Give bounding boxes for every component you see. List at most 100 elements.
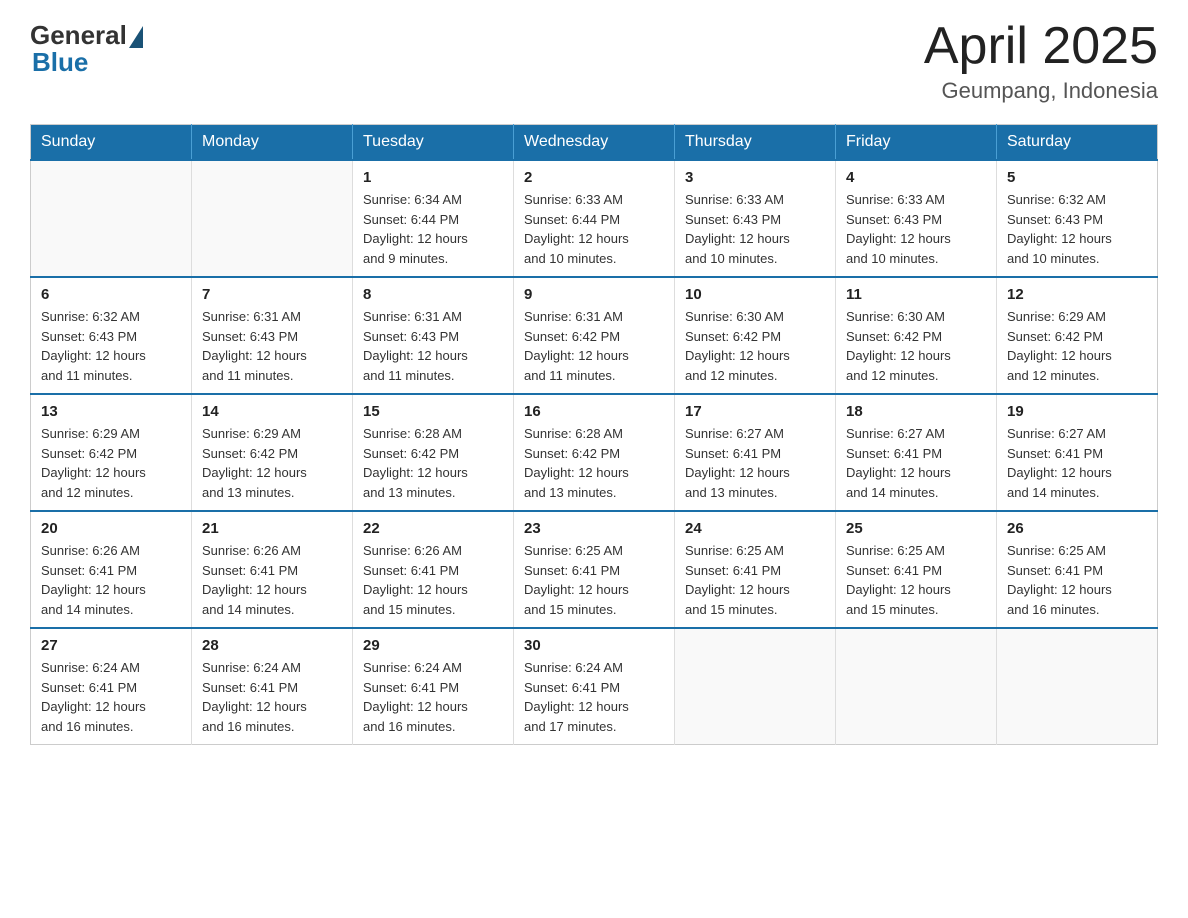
day-number: 26 <box>1007 520 1147 537</box>
day-number: 20 <box>41 520 181 537</box>
calendar-cell: 6Sunrise: 6:32 AMSunset: 6:43 PMDaylight… <box>31 277 192 394</box>
day-number: 16 <box>524 403 664 420</box>
calendar-cell: 21 Sunrise: 6:26 AMSunset: 6:41 PMDayligh… <box>192 511 353 628</box>
day-number: 29 <box>363 637 503 654</box>
day-info: Sunrise: 6:26 AMSunset: 6:41 PMDaylight:… <box>41 541 181 619</box>
calendar-cell: 17 Sunrise: 6:27 AMSunset: 6:41 PMDayligh… <box>675 394 836 511</box>
day-info: Sunrise: 6:25 AMSunset: 6:41 PMDaylight:… <box>524 541 664 619</box>
calendar-cell: 13Sunrise: 6:29 AMSunset: 6:42 PMDayligh… <box>31 394 192 511</box>
day-info: Sunrise: 6:30 AMSunset: 6:42 PMDaylight:… <box>685 307 825 385</box>
calendar-title: April 2025 <box>924 20 1158 72</box>
day-number: 3 <box>685 169 825 186</box>
day-number: 10 <box>685 286 825 303</box>
weekday-header-wednesday: Wednesday <box>514 125 675 161</box>
day-number: 25 <box>846 520 986 537</box>
calendar-cell: 9 Sunrise: 6:31 AMSunset: 6:42 PMDaylight… <box>514 277 675 394</box>
day-info: Sunrise: 6:29 AMSunset: 6:42 PMDaylight:… <box>202 424 342 502</box>
day-info: Sunrise: 6:27 AMSunset: 6:41 PMDaylight:… <box>846 424 986 502</box>
calendar-week-row: 6Sunrise: 6:32 AMSunset: 6:43 PMDaylight… <box>31 277 1158 394</box>
day-info: Sunrise: 6:31 AMSunset: 6:43 PMDaylight:… <box>363 307 503 385</box>
calendar-cell: 22 Sunrise: 6:26 AMSunset: 6:41 PMDayligh… <box>353 511 514 628</box>
calendar-header-row: SundayMondayTuesdayWednesdayThursdayFrid… <box>31 125 1158 161</box>
day-number: 17 <box>685 403 825 420</box>
day-number: 27 <box>41 637 181 654</box>
day-info: Sunrise: 6:28 AMSunset: 6:42 PMDaylight:… <box>363 424 503 502</box>
calendar-cell: 24 Sunrise: 6:25 AMSunset: 6:41 PMDayligh… <box>675 511 836 628</box>
calendar-cell <box>836 628 997 745</box>
calendar-cell: 4Sunrise: 6:33 AMSunset: 6:43 PMDaylight… <box>836 160 997 277</box>
day-info: Sunrise: 6:24 AMSunset: 6:41 PMDaylight:… <box>202 658 342 736</box>
day-number: 8 <box>363 286 503 303</box>
day-number: 2 <box>524 169 664 186</box>
calendar-cell: 8 Sunrise: 6:31 AMSunset: 6:43 PMDaylight… <box>353 277 514 394</box>
calendar-cell: 28 Sunrise: 6:24 AMSunset: 6:41 PMDayligh… <box>192 628 353 745</box>
day-number: 30 <box>524 637 664 654</box>
calendar-week-row: 27 Sunrise: 6:24 AMSunset: 6:41 PMDayligh… <box>31 628 1158 745</box>
calendar-cell: 7 Sunrise: 6:31 AMSunset: 6:43 PMDaylight… <box>192 277 353 394</box>
day-number: 23 <box>524 520 664 537</box>
day-info: Sunrise: 6:25 AMSunset: 6:41 PMDaylight:… <box>1007 541 1147 619</box>
day-info: Sunrise: 6:27 AMSunset: 6:41 PMDaylight:… <box>1007 424 1147 502</box>
logo: General Blue <box>30 20 143 78</box>
calendar-cell: 25Sunrise: 6:25 AMSunset: 6:41 PMDayligh… <box>836 511 997 628</box>
day-info: Sunrise: 6:28 AMSunset: 6:42 PMDaylight:… <box>524 424 664 502</box>
day-number: 12 <box>1007 286 1147 303</box>
day-info: Sunrise: 6:33 AMSunset: 6:44 PMDaylight:… <box>524 190 664 268</box>
day-info: Sunrise: 6:27 AMSunset: 6:41 PMDaylight:… <box>685 424 825 502</box>
calendar-cell: 18 Sunrise: 6:27 AMSunset: 6:41 PMDayligh… <box>836 394 997 511</box>
calendar-cell: 19 Sunrise: 6:27 AMSunset: 6:41 PMDayligh… <box>997 394 1158 511</box>
weekday-header-friday: Friday <box>836 125 997 161</box>
title-block: April 2025 Geumpang, Indonesia <box>924 20 1158 104</box>
day-info: Sunrise: 6:34 AMSunset: 6:44 PMDaylight:… <box>363 190 503 268</box>
day-info: Sunrise: 6:24 AMSunset: 6:41 PMDaylight:… <box>41 658 181 736</box>
day-number: 22 <box>363 520 503 537</box>
day-number: 19 <box>1007 403 1147 420</box>
day-info: Sunrise: 6:26 AMSunset: 6:41 PMDaylight:… <box>363 541 503 619</box>
weekday-header-monday: Monday <box>192 125 353 161</box>
day-number: 15 <box>363 403 503 420</box>
calendar-cell: 27 Sunrise: 6:24 AMSunset: 6:41 PMDayligh… <box>31 628 192 745</box>
logo-triangle-icon <box>129 26 143 48</box>
weekday-header-tuesday: Tuesday <box>353 125 514 161</box>
calendar-cell: 11Sunrise: 6:30 AMSunset: 6:42 PMDayligh… <box>836 277 997 394</box>
day-number: 14 <box>202 403 342 420</box>
day-number: 24 <box>685 520 825 537</box>
day-info: Sunrise: 6:25 AMSunset: 6:41 PMDaylight:… <box>685 541 825 619</box>
day-info: Sunrise: 6:31 AMSunset: 6:42 PMDaylight:… <box>524 307 664 385</box>
day-info: Sunrise: 6:31 AMSunset: 6:43 PMDaylight:… <box>202 307 342 385</box>
calendar-cell: 5Sunrise: 6:32 AMSunset: 6:43 PMDaylight… <box>997 160 1158 277</box>
day-number: 7 <box>202 286 342 303</box>
logo-blue-text: Blue <box>30 47 88 78</box>
calendar-cell: 3Sunrise: 6:33 AMSunset: 6:43 PMDaylight… <box>675 160 836 277</box>
day-number: 9 <box>524 286 664 303</box>
calendar-table: SundayMondayTuesdayWednesdayThursdayFrid… <box>30 124 1158 745</box>
day-number: 28 <box>202 637 342 654</box>
page-header: General Blue April 2025 Geumpang, Indone… <box>30 20 1158 104</box>
calendar-cell <box>675 628 836 745</box>
calendar-cell: 12 Sunrise: 6:29 AMSunset: 6:42 PMDayligh… <box>997 277 1158 394</box>
day-info: Sunrise: 6:29 AMSunset: 6:42 PMDaylight:… <box>41 424 181 502</box>
calendar-cell: 1 Sunrise: 6:34 AMSunset: 6:44 PMDaylight… <box>353 160 514 277</box>
calendar-cell: 15 Sunrise: 6:28 AMSunset: 6:42 PMDayligh… <box>353 394 514 511</box>
day-info: Sunrise: 6:32 AMSunset: 6:43 PMDaylight:… <box>1007 190 1147 268</box>
day-number: 21 <box>202 520 342 537</box>
day-info: Sunrise: 6:24 AMSunset: 6:41 PMDaylight:… <box>524 658 664 736</box>
weekday-header-sunday: Sunday <box>31 125 192 161</box>
day-info: Sunrise: 6:26 AMSunset: 6:41 PMDaylight:… <box>202 541 342 619</box>
calendar-week-row: 1 Sunrise: 6:34 AMSunset: 6:44 PMDaylight… <box>31 160 1158 277</box>
day-info: Sunrise: 6:29 AMSunset: 6:42 PMDaylight:… <box>1007 307 1147 385</box>
day-number: 6 <box>41 286 181 303</box>
calendar-cell <box>997 628 1158 745</box>
calendar-cell: 20 Sunrise: 6:26 AMSunset: 6:41 PMDayligh… <box>31 511 192 628</box>
calendar-cell <box>192 160 353 277</box>
weekday-header-saturday: Saturday <box>997 125 1158 161</box>
calendar-cell: 14 Sunrise: 6:29 AMSunset: 6:42 PMDayligh… <box>192 394 353 511</box>
calendar-week-row: 20 Sunrise: 6:26 AMSunset: 6:41 PMDayligh… <box>31 511 1158 628</box>
calendar-location: Geumpang, Indonesia <box>924 78 1158 104</box>
day-number: 11 <box>846 286 986 303</box>
day-number: 18 <box>846 403 986 420</box>
weekday-header-thursday: Thursday <box>675 125 836 161</box>
day-number: 1 <box>363 169 503 186</box>
calendar-cell: 2 Sunrise: 6:33 AMSunset: 6:44 PMDaylight… <box>514 160 675 277</box>
calendar-cell: 10 Sunrise: 6:30 AMSunset: 6:42 PMDayligh… <box>675 277 836 394</box>
